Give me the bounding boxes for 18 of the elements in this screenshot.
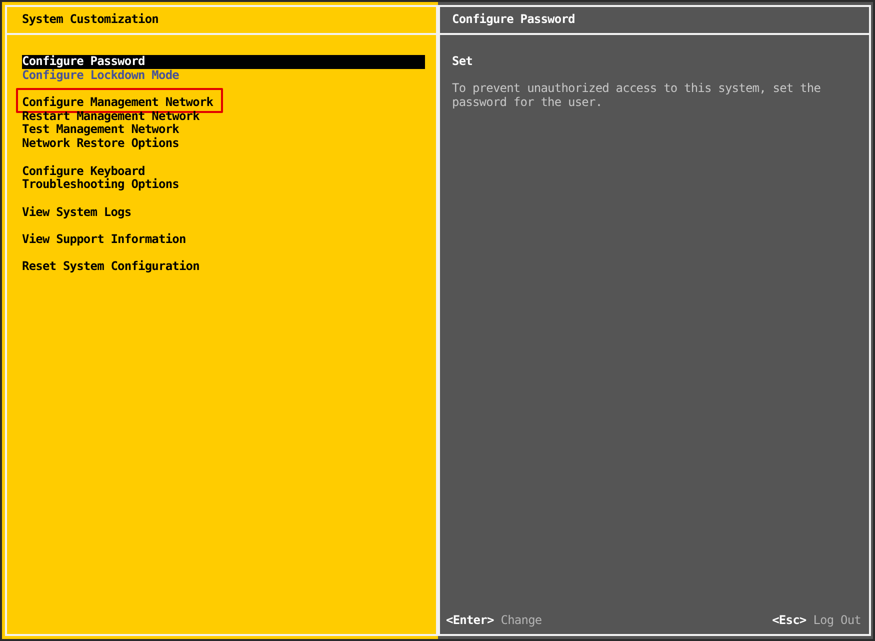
- menu-item[interactable]: Test Management Network: [22, 123, 179, 138]
- menu-item[interactable]: Reset System Configuration: [22, 260, 200, 274]
- action-label: Log Out: [813, 614, 861, 628]
- action-label: Change: [500, 614, 542, 628]
- menu-item[interactable]: Restart Management Network: [22, 110, 200, 124]
- menu-item[interactable]: Configure Password: [22, 55, 425, 69]
- menu-item[interactable]: Configure Keyboard: [22, 164, 145, 178]
- panel-title: Configure Password: [452, 13, 575, 27]
- description-text: To prevent unauthorized access to this system, set the password for the user.: [452, 82, 822, 110]
- menu-item[interactable]: Troubleshooting Options: [22, 178, 179, 192]
- menu-item[interactable]: View Support Information: [22, 232, 186, 247]
- key-hint: <Esc>: [772, 614, 806, 628]
- menu-item[interactable]: Network Restore Options: [22, 137, 179, 151]
- key-hint: <Enter>: [446, 614, 494, 628]
- menu-item[interactable]: Configure Management Network: [22, 96, 214, 110]
- menu-item[interactable]: View System Logs: [22, 206, 132, 220]
- panel-title: System Customization: [22, 13, 158, 27]
- section-heading: Set: [452, 55, 474, 69]
